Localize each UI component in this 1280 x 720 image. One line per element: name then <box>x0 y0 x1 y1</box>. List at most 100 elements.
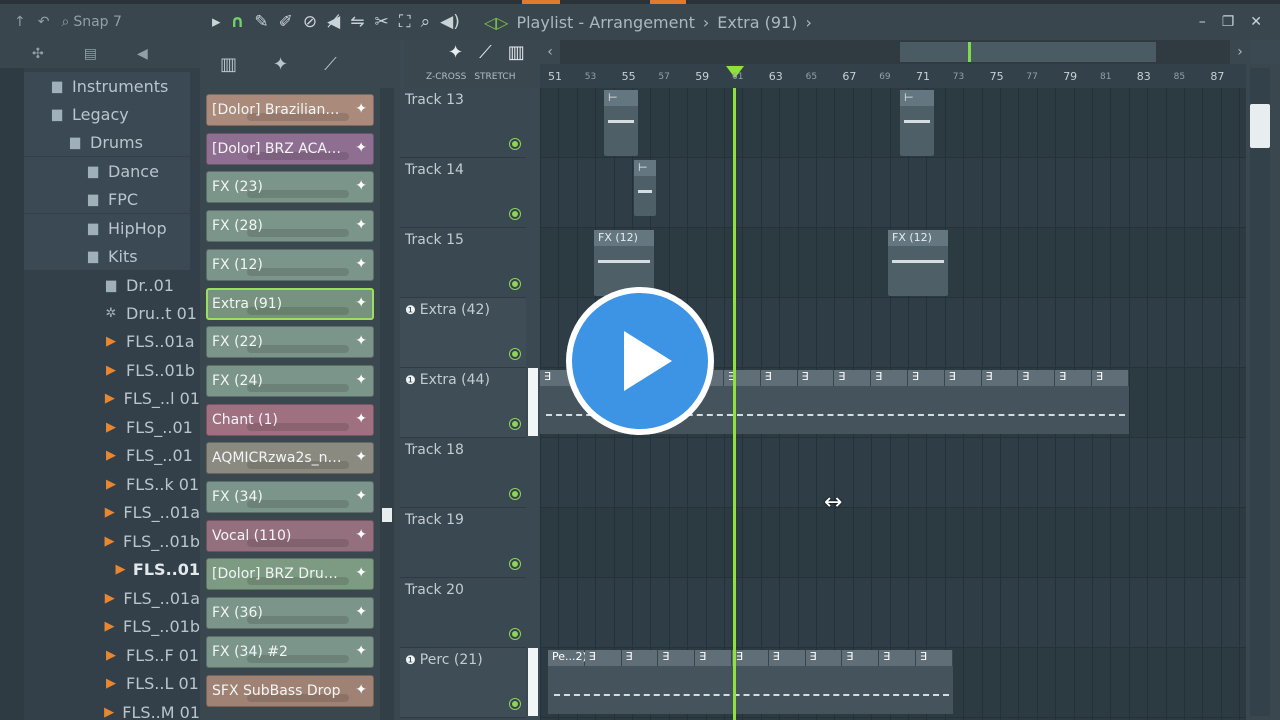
track-mute-led[interactable] <box>510 139 520 149</box>
timeline-ruler[interactable]: 51 53 55 57 59 61 63 65 67 69 71 73 75 77 79 81 83 85 87 <box>540 64 1246 88</box>
slice-icon[interactable]: ✂ <box>374 12 388 32</box>
picker-clip[interactable]: FX (24) ✦ <box>206 364 374 397</box>
magnet-icon[interactable]: ∩ <box>231 12 245 32</box>
clip-add-icon[interactable]: ✦ <box>355 604 367 620</box>
track-header[interactable]: ❶ Extra (44) <box>400 368 538 438</box>
browser-item[interactable]: ▶ FLS..01b <box>102 356 200 384</box>
track-header[interactable]: Track 18 <box>400 438 526 508</box>
track-mute-led[interactable] <box>510 559 520 569</box>
browser-item[interactable]: ▶ FLS_..01 <box>102 441 200 469</box>
clip-add-icon[interactable]: ✦ <box>355 295 367 311</box>
current-pattern[interactable]: Extra (91) <box>717 13 797 32</box>
picker-clip[interactable]: FX (34) ✦ <box>206 481 374 513</box>
undo-icon[interactable]: ↶ <box>38 14 50 30</box>
clip-add-icon[interactable]: ✦ <box>355 101 367 117</box>
zoom-icon[interactable]: ⌕ <box>421 12 431 32</box>
track-header[interactable]: Track 14 <box>400 158 526 228</box>
pencil-icon[interactable]: ✎ <box>254 12 268 32</box>
track-mute-led[interactable] <box>510 349 520 359</box>
audio-clip[interactable]: ⊢ <box>900 90 934 156</box>
clip-add-icon[interactable]: ✦ <box>355 256 367 272</box>
pattern-clip[interactable]: Pe...2) ∃ ∃ ∃ ∃ ∃ ∃ ∃ ∃ ∃ ∃ <box>548 650 953 714</box>
track-mute-led[interactable] <box>510 209 520 219</box>
clip-add-icon[interactable]: ✦ <box>355 643 367 659</box>
grid-row[interactable] <box>540 508 1246 578</box>
snap-selector[interactable]: ⌕ Snap 7 <box>61 14 121 30</box>
picker-clip[interactable]: SFX SubBass Drop ✦ <box>206 674 374 707</box>
clip-add-icon[interactable]: ✦ <box>355 217 367 233</box>
vertical-scrollbar[interactable] <box>1246 64 1280 720</box>
vertical-scroll-track[interactable] <box>1250 68 1270 716</box>
clip-add-icon[interactable]: ✦ <box>355 682 367 698</box>
browser-item[interactable]: ▆ Kits <box>24 242 190 270</box>
clip-add-icon[interactable]: ✦ <box>355 333 367 349</box>
browser-item[interactable]: ▶ FLS..01a <box>102 327 200 355</box>
pattern-mode-icon[interactable]: ▥ <box>508 42 525 63</box>
track-mute-led[interactable] <box>510 629 520 639</box>
audio-icon[interactable]: ✦ <box>273 54 288 75</box>
clip-add-icon[interactable]: ✦ <box>355 449 367 465</box>
clip-add-icon[interactable]: ✦ <box>355 527 367 543</box>
paint-icon[interactable]: ✐ <box>279 12 293 32</box>
mute-icon[interactable]: ◀̸ <box>327 12 340 32</box>
picker-clip[interactable]: Vocal (110) ✦ <box>206 519 374 552</box>
scroll-left-icon[interactable]: ‹ <box>540 40 560 64</box>
picker-clip[interactable]: Chant (1) ✦ <box>206 403 374 436</box>
audio-clip[interactable]: ⊢ <box>604 90 638 156</box>
scroll-right-icon[interactable]: › <box>1230 40 1250 64</box>
browser-item[interactable]: ▶ FLS..M 01 <box>102 698 200 720</box>
picker-clip[interactable]: FX (36) ✦ <box>206 597 374 630</box>
select-icon[interactable]: ⛶ <box>399 12 411 32</box>
browser-item[interactable]: ▆ FPC <box>24 185 190 213</box>
track-header[interactable]: Track 13 <box>400 88 526 158</box>
clip-add-icon[interactable]: ✦ <box>355 565 367 581</box>
picker-clip[interactable]: FX (34) #2 ✦ <box>206 635 374 668</box>
browser-item[interactable]: ▶ FLS_..01b <box>102 527 200 555</box>
picker-clip[interactable]: AQMICRzwa2s_nXtuH... ✦ <box>206 442 374 475</box>
arrangement-overview[interactable]: ‹ › <box>540 40 1250 64</box>
clip-add-icon[interactable]: ✦ <box>355 372 367 388</box>
browser-item[interactable]: ▶ FLS..k 01 <box>102 470 200 498</box>
delete-icon[interactable]: ⊘ <box>303 12 317 32</box>
picker-clip[interactable]: FX (28) ✦ <box>206 210 374 243</box>
track-header[interactable]: ❶ Perc (21) <box>400 648 538 718</box>
track-mute-led[interactable] <box>510 489 520 499</box>
browser-item[interactable]: ▆ Dance <box>24 157 190 185</box>
clip-add-icon[interactable]: ✦ <box>355 178 367 194</box>
browser-item[interactable]: ▶ FLS_..01b <box>102 612 200 640</box>
restore-button[interactable]: ❐ <box>1222 14 1235 30</box>
audio-clip[interactable]: FX (12) <box>594 230 654 296</box>
browser-item[interactable]: ▆ Drums <box>24 128 190 156</box>
close-button[interactable]: ✕ <box>1250 14 1262 30</box>
track-header[interactable]: Track 20 <box>400 578 526 648</box>
clip-add-icon[interactable]: ✦ <box>355 140 367 156</box>
track-header[interactable]: ❶ Extra (42) <box>400 298 526 368</box>
picker-scroll-thumb[interactable] <box>382 508 392 522</box>
browser-item[interactable]: ▶ FLS..F 01 <box>102 641 200 669</box>
track-mute-led[interactable] <box>510 279 520 289</box>
picker-clip[interactable]: [Dolor] BRZ Drum Lo... ✦ <box>206 558 374 591</box>
browser-item[interactable]: ▆ Instruments <box>24 72 190 100</box>
track-mute-led[interactable] <box>510 419 520 429</box>
audio-mode-icon[interactable]: ✦ <box>448 42 463 63</box>
browser-item[interactable]: ▆ Legacy <box>24 100 190 128</box>
file-icon[interactable]: ▤ <box>84 46 97 62</box>
browser-item[interactable]: ▶ FLS..L 01 <box>102 669 200 697</box>
browser-item[interactable]: ▶ FLS_..l 01 <box>102 384 200 412</box>
picker-scrollbar[interactable] <box>380 88 394 720</box>
browser-item[interactable]: ✲ Dru..t 01 <box>102 299 200 327</box>
audio-clip[interactable]: FX (12) <box>888 230 948 296</box>
picker-clip[interactable]: FX (23) ✦ <box>206 171 374 204</box>
arrow-up-icon[interactable]: ↑ <box>14 14 26 30</box>
browser-item[interactable]: ▶ FLS..01 <box>114 555 200 583</box>
pattern-icon[interactable]: ▥ <box>220 54 237 75</box>
browser-item[interactable]: ▆ HipHop <box>24 214 190 242</box>
browser-scroll-gutter[interactable] <box>0 68 24 720</box>
grid-row[interactable] <box>540 578 1246 648</box>
vertical-scroll-thumb[interactable] <box>1250 104 1270 148</box>
zcross-label[interactable]: Z-CROSS <box>426 72 466 82</box>
picker-clip[interactable]: [Dolor] BRZ ACAPELL... ✦ <box>206 132 374 165</box>
track-mute-led[interactable] <box>510 699 520 709</box>
browser-item[interactable]: ▆ Dr..01 <box>102 271 200 299</box>
picker-clip[interactable]: [Dolor] Brazilian Fun... ✦ <box>206 94 374 126</box>
